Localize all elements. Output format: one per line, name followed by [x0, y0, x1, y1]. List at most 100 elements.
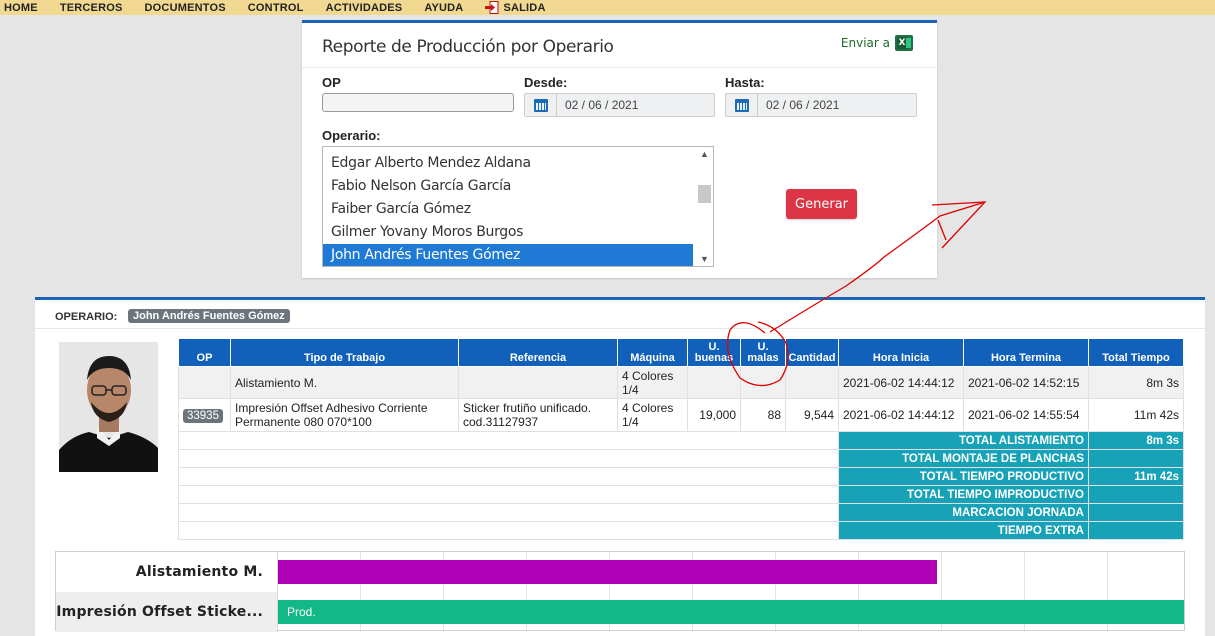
generate-button[interactable]: Generar [786, 189, 857, 219]
operario-label: Operario: [322, 128, 381, 143]
desde-date-field[interactable]: 02 / 06 / 2021 [524, 93, 715, 117]
col-header-cantidad: Cantidad [785, 338, 839, 367]
operator-bar: OPERARIO: John Andrés Fuentes Gómez [35, 303, 1205, 329]
col-header-maquina: Máquina [617, 338, 688, 367]
operator-option[interactable]: Fabio Nelson García García [323, 175, 693, 198]
nav-terceros[interactable]: TERCEROS [60, 2, 123, 14]
operator-label: OPERARIO: [55, 311, 118, 323]
total-value [1088, 503, 1184, 522]
avatar [59, 342, 158, 472]
cell-op: 33935 [178, 398, 231, 432]
col-header-u-malas-line2: malas [747, 352, 779, 364]
desde-date-value: 02 / 06 / 2021 [565, 98, 639, 112]
filter-panel-header: Reporte de Producción por Operario Envia… [302, 23, 937, 68]
col-header-tipo: Tipo de Trabajo [230, 338, 459, 367]
col-header-total-tiempo: Total Tiempo [1088, 338, 1184, 367]
timeline-row-impresion: Impresión Offset Sticke... Prod. [56, 592, 1184, 632]
scroll-up-icon[interactable]: ▲ [700, 149, 709, 159]
timeline-bar-produccion[interactable]: Prod. [278, 600, 1184, 624]
op-number-badge[interactable]: 33935 [183, 408, 223, 423]
col-header-u-buenas: U. buenas [687, 338, 741, 367]
production-table: OP Tipo de Trabajo Referencia Máquina U.… [178, 338, 1184, 540]
total-label: TOTAL ALISTAMIENTO [838, 431, 1089, 450]
totals-spacer [178, 485, 839, 504]
operator-listbox[interactable]: Edgar Alberto Mendez Aldana Fabio Nelson… [322, 146, 714, 267]
cell-u-buenas: 19,000 [687, 398, 741, 432]
export-label: Enviar a [840, 36, 890, 50]
nav-home[interactable]: HOME [4, 2, 38, 14]
cell-u-malas [740, 366, 786, 399]
cell-hora-inicia: 2021-06-02 14:44:12 [838, 398, 964, 432]
desde-label: Desde: [524, 75, 568, 90]
calendar-icon [734, 98, 749, 112]
table-row: 33935 Impresión Offset Adhesivo Corrient… [178, 398, 1184, 432]
hasta-date-field[interactable]: 02 / 06 / 2021 [725, 93, 917, 117]
timeline-grid [278, 552, 1184, 592]
totals-row: TIEMPO EXTRA [178, 521, 1184, 540]
nav-salida-label: SALIDA [503, 1, 546, 14]
desde-calendar-button[interactable] [525, 94, 557, 116]
timeline-chart: Alistamiento M. Impresión Offset Sticke.… [55, 551, 1185, 632]
total-value [1088, 449, 1184, 468]
cell-tipo: Alistamiento M. [230, 366, 459, 399]
total-label: MARCACION JORNADA [838, 503, 1089, 522]
scroll-down-icon[interactable]: ▼ [700, 254, 709, 264]
export-excel-link[interactable]: Enviar a [841, 35, 913, 51]
cell-maquina: 4 Colores 1/4 [617, 366, 688, 399]
timeline-bar-alistamiento[interactable] [278, 560, 937, 584]
cell-tipo: Impresión Offset Adhesivo Corriente Perm… [230, 398, 459, 432]
nav-control[interactable]: CONTROL [248, 2, 304, 14]
operator-option[interactable]: Edgar Alberto Mendez Aldana [323, 152, 693, 175]
op-label: OP [322, 75, 341, 90]
annotation-arrow-head [931, 201, 987, 249]
operator-option[interactable]: Gilmer Yovany Moros Burgos [323, 221, 693, 244]
cell-u-buenas [687, 366, 741, 399]
total-label: TOTAL TIEMPO PRODUCTIVO [838, 467, 1089, 486]
op-input[interactable] [322, 93, 514, 112]
operator-option[interactable]: Faiber García Gómez [323, 198, 693, 221]
timeline-row-alistamiento: Alistamiento M. [56, 552, 1184, 592]
nav-actividades[interactable]: ACTIVIDADES [326, 2, 403, 14]
cell-referencia: Sticker frutiño unificado. cod.31127937 [458, 398, 618, 432]
col-header-u-malas: U. malas [740, 338, 786, 367]
cell-hora-inicia: 2021-06-02 14:44:12 [838, 366, 964, 399]
operator-photo [59, 342, 158, 472]
totals-row: TOTAL ALISTAMIENTO 8m 3s [178, 431, 1184, 450]
totals-spacer [178, 431, 839, 450]
report-panel: OPERARIO: John Andrés Fuentes Gómez OP T… [35, 297, 1205, 636]
total-value: 11m 42s [1088, 467, 1184, 486]
totals-row: MARCACION JORNADA [178, 503, 1184, 522]
table-row: Alistamiento M. 4 Colores 1/4 2021-06-02… [178, 366, 1184, 399]
total-label: TIEMPO EXTRA [838, 521, 1089, 540]
totals-spacer [178, 503, 839, 522]
page-title: Reporte de Producción por Operario [322, 37, 614, 57]
hasta-date-value: 02 / 06 / 2021 [766, 98, 840, 112]
cell-u-malas: 88 [740, 398, 786, 432]
cell-op [178, 366, 231, 399]
cell-hora-termina: 2021-06-02 14:55:54 [963, 398, 1089, 432]
nav-ayuda[interactable]: AYUDA [424, 2, 463, 14]
totals-spacer [178, 467, 839, 486]
total-value [1088, 485, 1184, 504]
total-label: TOTAL MONTAJE DE PLANCHAS [838, 449, 1089, 468]
hasta-calendar-button[interactable] [726, 94, 758, 116]
cell-cantidad [785, 366, 839, 399]
timeline-row-label: Impresión Offset Sticke... [56, 592, 278, 632]
totals-row: TOTAL TIEMPO PRODUCTIVO 11m 42s [178, 467, 1184, 486]
totals-row: TOTAL MONTAJE DE PLANCHAS [178, 449, 1184, 468]
cell-referencia [458, 366, 618, 399]
col-header-u-buenas-line2: buenas [694, 352, 734, 364]
operator-option-selected[interactable]: John Andrés Fuentes Gómez [323, 244, 693, 266]
listbox-scrollbar[interactable]: ▲ ▼ [696, 147, 713, 266]
totals-spacer [178, 449, 839, 468]
nav-documentos[interactable]: DOCUMENTOS [145, 2, 226, 14]
operator-name-badge: John Andrés Fuentes Gómez [128, 309, 290, 323]
total-value [1088, 521, 1184, 540]
scroll-thumb[interactable] [698, 185, 711, 203]
col-header-referencia: Referencia [458, 338, 618, 367]
total-value: 8m 3s [1088, 431, 1184, 450]
totals-row: TOTAL TIEMPO IMPRODUCTIVO [178, 485, 1184, 504]
cell-maquina: 4 Colores 1/4 [617, 398, 688, 432]
nav-salida[interactable]: SALIDA [485, 1, 545, 14]
cell-cantidad: 9,544 [785, 398, 839, 432]
